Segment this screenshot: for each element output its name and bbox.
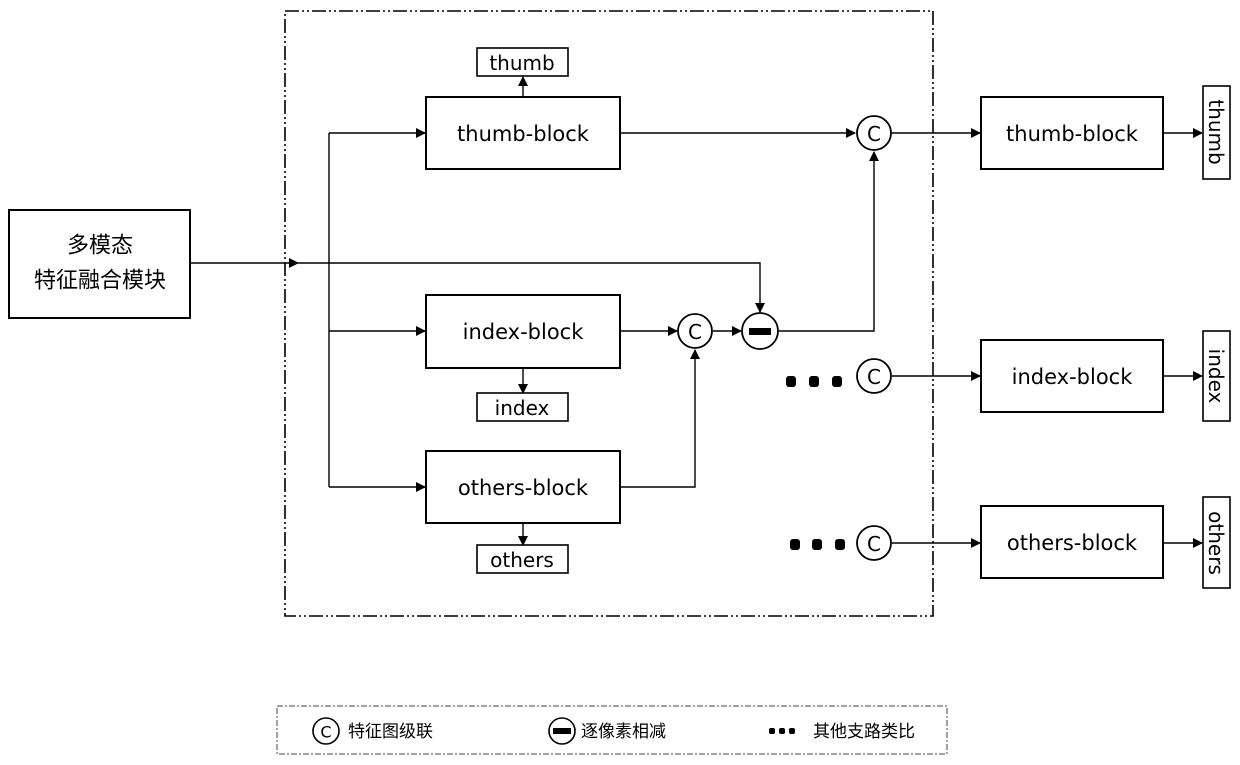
concat-node-others: C [856,525,892,561]
right-others-block[interactable]: others-block [980,505,1164,579]
thumb-output: thumb [476,47,569,77]
thumb-output-label: thumb [489,51,554,75]
others-block[interactable]: others-block [425,450,621,524]
svg-text:C: C [867,365,881,389]
right-thumb-output: thumb [1202,85,1231,180]
thumb-block[interactable]: thumb-block [425,96,621,170]
legend-subtract-label: 逐像素相减 [581,722,666,742]
right-thumb-block-label: thumb-block [1006,122,1139,146]
ellipsis-icon [769,728,795,734]
right-index-block-label: index-block [1012,365,1134,389]
right-others-output-label: others [1204,511,1228,575]
right-index-block[interactable]: index-block [980,339,1164,413]
concat-node-index: C [856,358,892,394]
fusion-module-line2: 特征融合模块 [34,269,166,294]
right-thumb-block[interactable]: thumb-block [980,96,1164,170]
right-index-output: index [1202,330,1231,422]
svg-text:C: C [320,723,331,742]
index-output: index [476,392,569,422]
right-index-output-label: index [1204,349,1228,404]
svg-text:C: C [688,320,702,344]
others-output-label: others [490,548,554,572]
legend-analogy-label: 其他支路类比 [813,722,915,742]
concat-node-mid: C [677,313,713,349]
arrow-others-to-concat [620,349,700,488]
svg-text:C: C [867,532,881,556]
fusion-module[interactable]: 多模态 特征融合模块 [8,209,191,319]
svg-text:C: C [867,122,881,146]
index-block-label: index-block [463,320,585,344]
legend-concat: C 特征图级联 [312,717,433,745]
index-block[interactable]: index-block [425,294,621,369]
subtract-node [741,312,779,350]
right-others-output: others [1202,496,1231,589]
others-block-label: others-block [458,476,589,500]
ellipsis-icon [786,376,842,387]
legend-concat-label: 特征图级联 [348,722,433,742]
thumb-block-label: thumb-block [457,122,590,146]
legend-analogy: 其他支路类比 [769,722,915,742]
legend-subtract: 逐像素相减 [548,717,666,745]
diagram-canvas: 多模态 特征融合模块 thumb-block index-block other… [8,10,1231,755]
concat-node-top: C [856,115,892,151]
legend: C 特征图级联 逐像素相减 其他支路类比 [276,705,948,755]
ellipsis-icon [790,539,845,550]
right-thumb-output-label: thumb [1204,99,1228,164]
right-others-block-label: others-block [1007,531,1138,555]
others-output: others [476,544,569,574]
index-output-label: index [495,396,550,420]
arrow-subtract-to-concat [779,151,879,332]
fusion-module-line1: 多模态 [67,234,133,259]
